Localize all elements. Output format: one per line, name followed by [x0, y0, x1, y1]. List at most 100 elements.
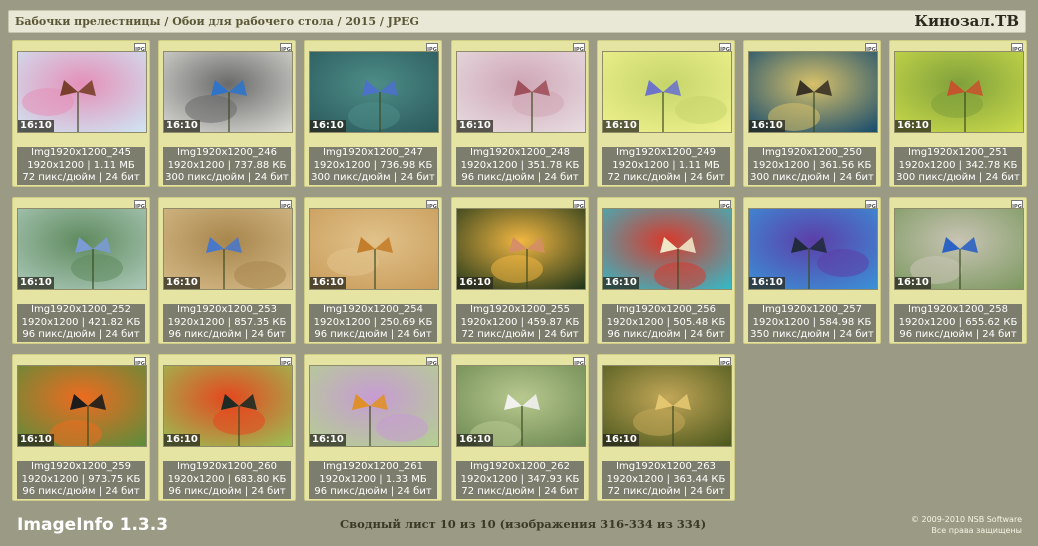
- thumbnail-card[interactable]: JPG 16:10 Img1920x1200_252 1920x1200 | 421.…: [12, 197, 150, 344]
- aspect-ratio-label: 16:10: [457, 120, 493, 132]
- thumbnail-card[interactable]: JPG 16:10 Img1920x1200_260 1920x1200 | 683.…: [158, 354, 296, 501]
- dimensions-size: 1920x1200 | 1.11 МБ: [27, 159, 135, 171]
- aspect-ratio-label: 16:10: [18, 277, 54, 289]
- thumbnail-card[interactable]: JPG 16:10 Img1920x1200_251 1920x1200 | 342.…: [889, 40, 1027, 187]
- dimensions-size: 1920x1200 | 737.88 КБ: [167, 159, 287, 171]
- thumbnail-card[interactable]: JPG 16:10 Img1920x1200_250 1920x1200 | 361.…: [743, 40, 881, 187]
- sheet-summary: Сводный лист 10 из 10 (изображения 316-3…: [340, 517, 707, 531]
- thumbnail-image[interactable]: 16:10: [456, 51, 586, 133]
- file-name: Img1920x1200_258: [908, 304, 1008, 315]
- rights-line: Все права защищены: [931, 526, 1022, 535]
- aspect-ratio-label: 16:10: [895, 277, 931, 289]
- file-name: Img1920x1200_245: [31, 147, 131, 158]
- resolution-depth: 72 пикс/дюйм | 24 бит: [607, 172, 725, 183]
- dimensions-size: 1920x1200 | 683.80 КБ: [167, 473, 287, 485]
- file-name: Img1920x1200_259: [31, 461, 131, 472]
- thumbnail-card[interactable]: JPG 16:10 Img1920x1200_261 1920x1200 | 1.33…: [304, 354, 442, 501]
- resolution-depth: 300 пикс/дюйм | 24 бит: [896, 172, 1020, 183]
- thumbnail-image[interactable]: 16:10: [748, 51, 878, 133]
- file-name: Img1920x1200_250: [762, 147, 862, 158]
- file-name: Img1920x1200_248: [470, 147, 570, 158]
- thumbnail-image[interactable]: 16:10: [602, 365, 732, 447]
- thumbnail-card[interactable]: JPG 16:10 Img1920x1200_247 1920x1200 | 736.…: [304, 40, 442, 187]
- thumbnail-info: Img1920x1200_251 1920x1200 | 342.78 КБ 300…: [894, 147, 1022, 185]
- thumbnail-image[interactable]: 16:10: [17, 365, 147, 447]
- thumbnail-image[interactable]: 16:10: [748, 208, 878, 290]
- dimensions-size: 1920x1200 | 1.11 МБ: [612, 159, 720, 171]
- copyright-line: © 2009-2010 NSB Software: [910, 515, 1022, 524]
- resolution-depth: 96 пикс/дюйм | 24 бит: [22, 486, 140, 497]
- header-bar: Бабочки прелестницы / Обои для рабочего …: [8, 10, 1026, 33]
- resolution-depth: 96 пикс/дюйм | 24 бит: [314, 486, 432, 497]
- dimensions-size: 1920x1200 | 1.33 МБ: [319, 473, 427, 485]
- aspect-ratio-label: 16:10: [310, 277, 346, 289]
- thumbnail-info: Img1920x1200_248 1920x1200 | 351.78 КБ 96 …: [456, 147, 584, 185]
- thumbnail-image[interactable]: 16:10: [17, 51, 147, 133]
- thumbnail-image[interactable]: 16:10: [163, 51, 293, 133]
- resolution-depth: 300 пикс/дюйм | 24 бит: [165, 172, 289, 183]
- aspect-ratio-label: 16:10: [164, 120, 200, 132]
- file-name: Img1920x1200_249: [616, 147, 716, 158]
- thumbnail-info: Img1920x1200_254 1920x1200 | 250.69 КБ 96 …: [309, 304, 437, 342]
- dimensions-size: 1920x1200 | 361.56 КБ: [752, 159, 872, 171]
- thumbnail-card[interactable]: JPG 16:10 Img1920x1200_262 1920x1200 | 347.…: [451, 354, 589, 501]
- thumbnail-image[interactable]: 16:10: [894, 208, 1024, 290]
- thumbnail-card[interactable]: JPG 16:10 Img1920x1200_255 1920x1200 | 459.…: [451, 197, 589, 344]
- dimensions-size: 1920x1200 | 655.62 КБ: [898, 316, 1018, 328]
- thumbnail-card[interactable]: JPG 16:10 Img1920x1200_254 1920x1200 | 250.…: [304, 197, 442, 344]
- thumbnail-image[interactable]: 16:10: [309, 208, 439, 290]
- thumbnail-image[interactable]: 16:10: [17, 208, 147, 290]
- thumbnail-info: Img1920x1200_262 1920x1200 | 347.93 КБ 72 …: [456, 461, 584, 499]
- aspect-ratio-label: 16:10: [457, 434, 493, 446]
- thumbnail-card[interactable]: JPG 16:10 Img1920x1200_259 1920x1200 | 973.…: [12, 354, 150, 501]
- dimensions-size: 1920x1200 | 347.93 КБ: [460, 473, 580, 485]
- thumbnail-info: Img1920x1200_249 1920x1200 | 1.11 МБ 72 пи…: [602, 147, 730, 185]
- file-name: Img1920x1200_260: [177, 461, 277, 472]
- thumbnail-card[interactable]: JPG 16:10 Img1920x1200_263 1920x1200 | 363.…: [597, 354, 735, 501]
- thumbnail-image[interactable]: 16:10: [163, 365, 293, 447]
- dimensions-size: 1920x1200 | 363.44 КБ: [606, 473, 726, 485]
- thumbnail-info: Img1920x1200_247 1920x1200 | 736.98 КБ 300…: [309, 147, 437, 185]
- aspect-ratio-label: 16:10: [164, 434, 200, 446]
- thumbnail-card[interactable]: JPG 16:10 Img1920x1200_246 1920x1200 | 737.…: [158, 40, 296, 187]
- thumbnail-card[interactable]: JPG 16:10 Img1920x1200_258 1920x1200 | 655.…: [889, 197, 1027, 344]
- resolution-depth: 300 пикс/дюйм | 24 бит: [311, 172, 435, 183]
- aspect-ratio-label: 16:10: [603, 277, 639, 289]
- thumbnail-card[interactable]: JPG 16:10 Img1920x1200_257 1920x1200 | 584.…: [743, 197, 881, 344]
- thumbnail-image[interactable]: 16:10: [602, 51, 732, 133]
- aspect-ratio-label: 16:10: [603, 434, 639, 446]
- dimensions-size: 1920x1200 | 421.82 КБ: [21, 316, 141, 328]
- file-name: Img1920x1200_253: [177, 304, 277, 315]
- copyright: © 2009-2010 NSB Software Все права защищ…: [911, 514, 1022, 536]
- dimensions-size: 1920x1200 | 973.75 КБ: [21, 473, 141, 485]
- dimensions-size: 1920x1200 | 342.78 КБ: [898, 159, 1018, 171]
- thumbnail-card[interactable]: JPG 16:10 Img1920x1200_249 1920x1200 | 1.11…: [597, 40, 735, 187]
- thumbnail-image[interactable]: 16:10: [309, 365, 439, 447]
- thumbnail-image[interactable]: 16:10: [602, 208, 732, 290]
- aspect-ratio-label: 16:10: [457, 277, 493, 289]
- thumbnail-image[interactable]: 16:10: [456, 208, 586, 290]
- file-name: Img1920x1200_247: [323, 147, 423, 158]
- resolution-depth: 96 пикс/дюйм | 24 бит: [168, 329, 286, 340]
- resolution-depth: 96 пикс/дюйм | 24 бит: [607, 329, 725, 340]
- resolution-depth: 96 пикс/дюйм | 24 бит: [22, 329, 140, 340]
- thumbnail-image[interactable]: 16:10: [163, 208, 293, 290]
- thumbnail-image[interactable]: 16:10: [894, 51, 1024, 133]
- thumbnail-card[interactable]: JPG 16:10 Img1920x1200_256 1920x1200 | 505.…: [597, 197, 735, 344]
- resolution-depth: 72 пикс/дюйм | 24 бит: [461, 486, 579, 497]
- thumbnail-image[interactable]: 16:10: [456, 365, 586, 447]
- dimensions-size: 1920x1200 | 250.69 КБ: [313, 316, 433, 328]
- thumbnail-card[interactable]: JPG 16:10 Img1920x1200_248 1920x1200 | 351.…: [451, 40, 589, 187]
- app-logo: ImageInfo 1.3.3: [17, 515, 169, 535]
- resolution-depth: 350 пикс/дюйм | 24 бит: [750, 329, 874, 340]
- file-name: Img1920x1200_254: [323, 304, 423, 315]
- file-name: Img1920x1200_263: [616, 461, 716, 472]
- thumbnail-card[interactable]: JPG 16:10 Img1920x1200_245 1920x1200 | 1.11…: [12, 40, 150, 187]
- aspect-ratio-label: 16:10: [18, 434, 54, 446]
- breadcrumb: Бабочки прелестницы / Обои для рабочего …: [15, 15, 419, 28]
- thumbnail-card[interactable]: JPG 16:10 Img1920x1200_253 1920x1200 | 857.…: [158, 197, 296, 344]
- thumbnail-image[interactable]: 16:10: [309, 51, 439, 133]
- dimensions-size: 1920x1200 | 736.98 КБ: [313, 159, 433, 171]
- dimensions-size: 1920x1200 | 459.87 КБ: [460, 316, 580, 328]
- thumbnail-info: Img1920x1200_252 1920x1200 | 421.82 КБ 96 …: [17, 304, 145, 342]
